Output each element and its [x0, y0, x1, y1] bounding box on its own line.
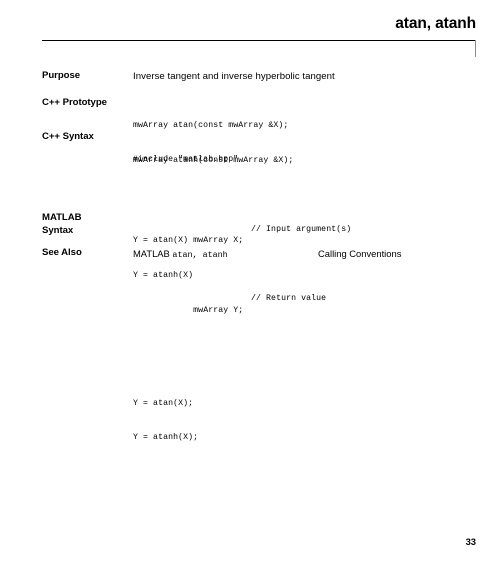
purpose-text: Inverse tangent and inverse hyperbolic t…	[133, 71, 335, 82]
section-content-see-also: MATLAB atan, atanh Calling Conventions	[133, 247, 482, 261]
section-matlab-syntax: MATLAB Syntax Y = atan(X) Y = atanh(X)	[42, 212, 482, 280]
section-cpp-prototype: C++ Prototype mwArray atan(const mwArray…	[42, 97, 482, 165]
section-label-cpp-prototype: C++ Prototype	[42, 97, 107, 108]
see-also-matlab-reference[interactable]: MATLAB atan, atanh	[133, 247, 228, 262]
section-label-see-also: See Also	[42, 247, 82, 258]
matlab-syntax-line: Y = atanh(X)	[133, 270, 194, 280]
call-code-block: Y = atan(X); Y = atanh(X);	[133, 374, 482, 467]
section-see-also: See Also MATLAB atan, atanh Calling Conv…	[42, 247, 482, 263]
section-label-matlab-syntax: MATLAB Syntax	[42, 212, 82, 236]
header-tab-tick	[475, 40, 477, 57]
section-label-cpp-syntax: C++ Syntax	[42, 131, 94, 142]
page-body: Purpose Inverse tangent and inverse hype…	[42, 70, 482, 442]
see-also-calling-conventions-link[interactable]: Calling Conventions	[318, 247, 401, 260]
section-label-purpose: Purpose	[42, 70, 81, 81]
matlab-syntax-line: Y = atan(X)	[133, 236, 189, 246]
section-content-purpose: Inverse tangent and inverse hyperbolic t…	[133, 70, 482, 83]
page-header: atan, atanh	[42, 14, 477, 57]
see-also-links: MATLAB atan, atanh Calling Conventions	[133, 247, 482, 261]
include-line: #include "matlab.hpp"	[133, 155, 239, 165]
declaration-code: mwArray Y;	[193, 305, 244, 315]
page-number: 33	[465, 536, 476, 547]
page-title: atan, atanh	[395, 15, 476, 32]
document-page: atan, atanh Purpose Inverse tangent and …	[0, 0, 500, 581]
header-rule	[42, 40, 476, 42]
call-line: Y = atan(X);	[133, 398, 194, 408]
section-cpp-syntax: C++ Syntax #include "matlab.hpp" mwArray…	[42, 131, 482, 442]
section-purpose: Purpose Inverse tangent and inverse hype…	[42, 70, 482, 97]
see-also-prefix: MATLAB	[133, 248, 173, 259]
call-line: Y = atanh(X);	[133, 433, 199, 443]
see-also-function-names: atan, atanh	[172, 250, 228, 260]
include-code-block: #include "matlab.hpp"	[133, 131, 482, 189]
